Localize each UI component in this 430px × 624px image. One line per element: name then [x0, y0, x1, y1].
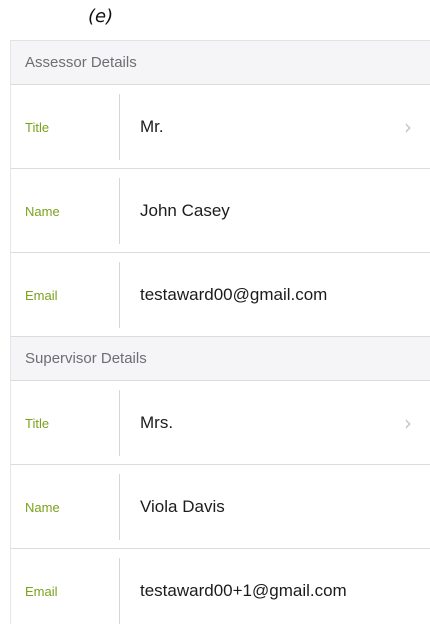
supervisor-title-value[interactable]: Mrs.: [120, 413, 404, 433]
assessor-email-field[interactable]: testaward00@gmail.com: [120, 285, 430, 305]
supervisor-name-row[interactable]: Name Viola Davis: [11, 465, 430, 549]
assessor-title-row[interactable]: Title Mr. ›: [11, 85, 430, 169]
supervisor-name-label: Name: [25, 499, 60, 515]
assessor-title-value[interactable]: Mr.: [120, 117, 404, 137]
page: (e) Assessor Details Title Mr. › Name Jo…: [0, 0, 430, 624]
assessor-name-field[interactable]: John Casey: [120, 201, 430, 221]
supervisor-section-header: Supervisor Details: [11, 337, 430, 381]
details-form: Assessor Details Title Mr. › Name John C…: [10, 40, 430, 624]
supervisor-email-row[interactable]: Email testaward00+1@gmail.com: [11, 549, 430, 624]
figure-label: (e): [88, 6, 114, 27]
supervisor-email-label: Email: [25, 583, 58, 599]
assessor-section-header: Assessor Details: [11, 41, 430, 85]
assessor-name-row[interactable]: Name John Casey: [11, 169, 430, 253]
supervisor-name-field[interactable]: Viola Davis: [120, 497, 430, 517]
supervisor-title-label: Title: [25, 415, 50, 431]
chevron-right-icon: ›: [404, 115, 412, 139]
supervisor-email-field[interactable]: testaward00+1@gmail.com: [120, 581, 430, 601]
assessor-email-row[interactable]: Email testaward00@gmail.com: [11, 253, 430, 337]
assessor-name-label: Name: [25, 203, 60, 219]
supervisor-title-row[interactable]: Title Mrs. ›: [11, 381, 430, 465]
assessor-title-label: Title: [25, 119, 50, 135]
assessor-email-label: Email: [25, 287, 58, 303]
chevron-right-icon: ›: [404, 411, 412, 435]
row-separator: [11, 336, 430, 337]
